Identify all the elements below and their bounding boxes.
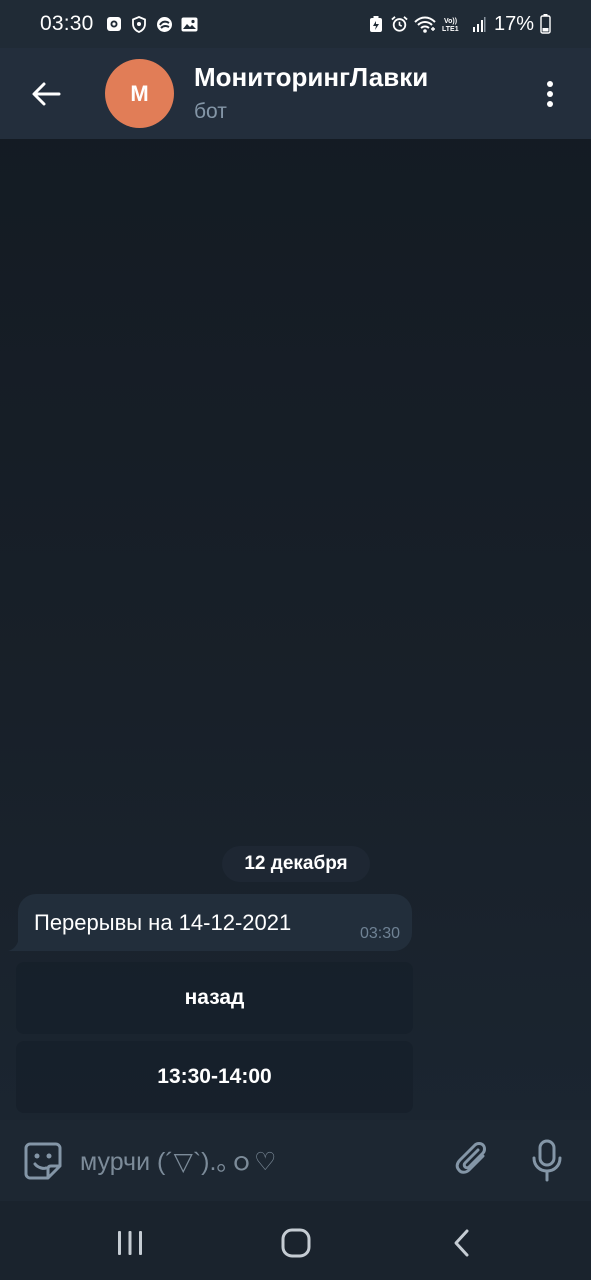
attach-button[interactable] (452, 1140, 494, 1182)
inline-button-label: назад (184, 986, 245, 1009)
shield-icon (131, 15, 148, 33)
recent-apps-icon (118, 1231, 142, 1255)
screen: 03:30 Vo)) LTE1 17% М МониторингЛавки бо… (0, 0, 591, 1280)
image-icon (181, 16, 198, 33)
message-bubble[interactable]: Перерывы на 14-12-2021 03:30 (18, 894, 412, 951)
sync-circle-icon (156, 16, 173, 33)
avatar-letter: М (130, 80, 149, 106)
message-input-bar (0, 1120, 591, 1201)
recent-apps-button[interactable] (108, 1221, 152, 1265)
avatar[interactable]: М (105, 59, 174, 128)
status-time: 03:30 (40, 12, 94, 35)
inline-button-label: 13:30-14:00 (157, 1065, 272, 1088)
back-button[interactable] (24, 72, 68, 116)
system-nav-bar (0, 1201, 591, 1280)
message-text: Перерывы на 14-12-2021 (34, 910, 292, 935)
sticker-button[interactable] (22, 1140, 64, 1182)
status-right: Vo)) LTE1 17% (368, 13, 551, 36)
battery-percent: 17% (493, 12, 534, 35)
voice-button[interactable] (526, 1138, 568, 1184)
system-back-button[interactable] (440, 1221, 484, 1265)
more-menu-button[interactable] (530, 72, 570, 116)
signal-icon (472, 16, 486, 33)
battery-icon (540, 14, 551, 34)
home-button[interactable] (274, 1221, 318, 1265)
status-bar: 03:30 Vo)) LTE1 17% (0, 0, 591, 48)
svg-text:LTE1: LTE1 (442, 26, 459, 33)
volte-icon: Vo)) LTE1 (442, 16, 466, 33)
battery-saver-icon (368, 15, 385, 33)
home-icon (281, 1228, 311, 1258)
wifi-icon (414, 16, 436, 33)
date-separator: 12 декабря (222, 846, 370, 882)
date-label: 12 декабря (244, 853, 348, 874)
paperclip-icon (455, 1142, 486, 1174)
more-vertical-icon (547, 81, 553, 107)
microphone-icon (532, 1139, 562, 1182)
svg-text:Vo)): Vo)) (444, 18, 457, 25)
message-input[interactable] (80, 1142, 440, 1182)
chat-title[interactable]: МониторингЛавки (194, 62, 428, 93)
status-left: 03:30 (40, 12, 198, 36)
alarm-icon (391, 16, 408, 33)
photo-square-icon (106, 16, 123, 33)
chevron-left-icon (454, 1229, 469, 1257)
chat-header: М МониторингЛавки бот (0, 48, 591, 139)
arrow-left-icon (32, 82, 61, 106)
inline-button-back[interactable]: назад (16, 962, 413, 1034)
inline-button-time-slot[interactable]: 13:30-14:00 (16, 1041, 413, 1113)
sticker-smile-icon (24, 1142, 62, 1180)
chat-subtitle: бот (194, 100, 227, 123)
message-time: 03:30 (359, 925, 400, 942)
